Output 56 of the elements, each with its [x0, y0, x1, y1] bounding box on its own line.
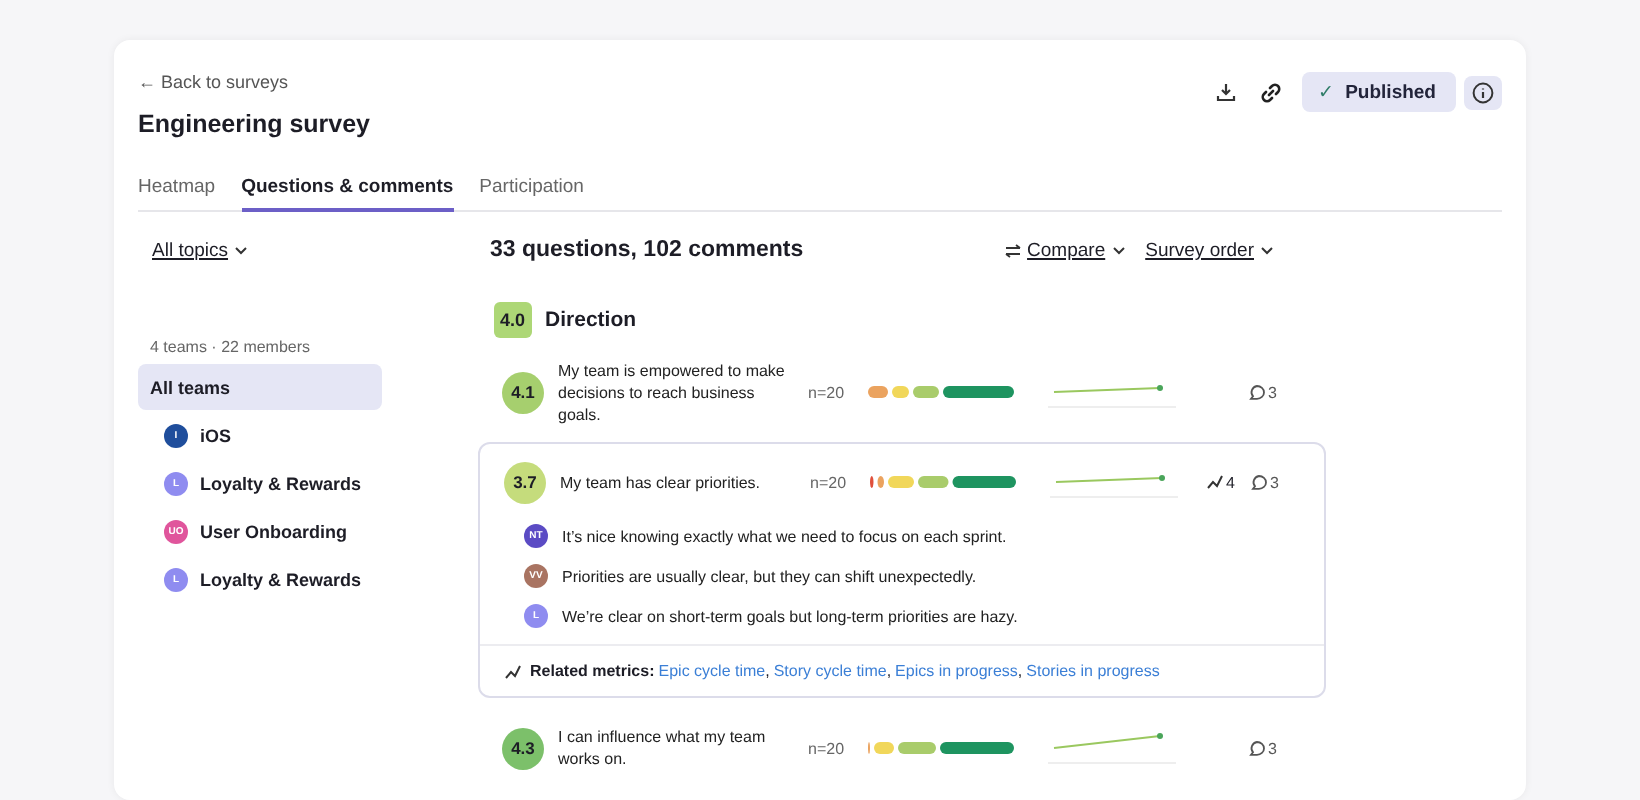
question-row[interactable]: 4.3 I can influence what my team works on. n=20 3 [490, 710, 1314, 786]
score-badge: 4.1 [502, 371, 544, 413]
compare-dropdown[interactable]: Compare [1003, 240, 1126, 262]
tab[interactable]: Heatmap [138, 172, 216, 212]
metric-link[interactable]: Epics in progress [895, 662, 1018, 680]
question-card[interactable] [478, 442, 1326, 698]
comment-text: Priorities are usually clear, but they can shift unexpectedly. [562, 567, 977, 585]
tab[interactable]: Questions & comments [241, 172, 454, 212]
back-link[interactable]: ← Back to surveys [138, 72, 371, 92]
trend-sparkline [1048, 732, 1176, 764]
sort-dropdown[interactable]: Survey order [1145, 240, 1274, 262]
comment-text: We’re clear on short-term goals but long-term priorities are hazy. [562, 607, 1018, 625]
question-text[interactable]: I can influence what my team works on. [558, 726, 798, 770]
published-button[interactable]: ✓ Published [1301, 72, 1456, 112]
section-title: Direction [545, 308, 637, 332]
question-text[interactable]: My team has clear priorities. [560, 471, 800, 493]
comment-text: It’s nice knowing exactly what we need to focus on each sprint. [562, 527, 1007, 545]
response-count: n=20 [808, 739, 847, 757]
metric-link[interactable]: Story cycle time [773, 662, 887, 680]
question-row[interactable]: 4.1 My team is empowered to make decisions to reach business goals. n=20 3 [490, 354, 1314, 430]
score-badge: 3.7 [504, 461, 546, 503]
team-item[interactable]: All teams [138, 364, 382, 410]
response-count: n=20 [810, 473, 849, 491]
comment-icon [1248, 739, 1266, 757]
comment-icon [1248, 383, 1266, 401]
info-icon [1472, 81, 1494, 103]
tab[interactable]: Participation [479, 172, 584, 212]
section-score: 4.0 [494, 302, 532, 338]
metric-link[interactable]: Stories in progress [1026, 662, 1160, 680]
score-badge: 4.3 [502, 727, 544, 769]
trend-icon [1206, 474, 1224, 490]
comment-count[interactable]: 3 [1248, 739, 1277, 757]
download-button[interactable] [1211, 78, 1240, 106]
link-icon [1259, 81, 1282, 103]
question-text[interactable]: My team is empowered to make decisions to reach business goals. [558, 359, 798, 425]
chevron-down-icon [234, 246, 249, 256]
chevron-down-icon [1111, 246, 1126, 256]
info-button[interactable] [1464, 75, 1502, 109]
separator: , [1017, 662, 1023, 680]
team-summary: 4 teams · 22 members [150, 338, 313, 356]
comment-count[interactable]: 3 [1248, 383, 1277, 401]
topics-dropdown[interactable]: All topics [152, 240, 382, 262]
chevron-down-icon [1260, 246, 1274, 256]
comment-count[interactable]: 3 [1250, 473, 1279, 491]
trend-icon [504, 663, 522, 679]
separator: , [886, 662, 892, 680]
metric-link[interactable]: Epic cycle time [658, 662, 766, 680]
page-title: Engineering survey [138, 110, 371, 138]
metrics-count: 4 [1206, 473, 1235, 491]
response-count: n=20 [808, 383, 847, 401]
separator: , [765, 662, 770, 680]
swap-arrows-icon [1003, 244, 1022, 258]
comment-icon [1250, 473, 1268, 491]
download-icon [1215, 82, 1236, 102]
results-heading: 33 questions, 102 comments [490, 237, 804, 261]
related-label: Related metrics: [530, 662, 655, 680]
